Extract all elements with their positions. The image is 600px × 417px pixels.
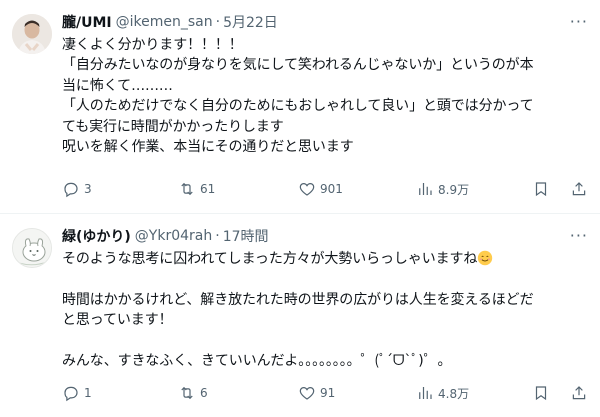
view-count: 8.9万 bbox=[438, 182, 470, 197]
views-icon bbox=[419, 183, 432, 195]
repost-count: 6 bbox=[200, 386, 208, 400]
text-line: 時間はかかるけれど、解き放たれた時の世界の広がりは人生を変えるほどだ bbox=[62, 291, 534, 308]
tweet-header: 朧/UMI @ikemen_san · 5月22日 bbox=[62, 12, 588, 32]
like-button[interactable]: 901 bbox=[298, 180, 343, 198]
repost-icon bbox=[181, 182, 193, 196]
reply-button[interactable]: 1 bbox=[62, 384, 92, 402]
separator: · bbox=[215, 14, 221, 30]
text-span: そのような思考に囚われてしまった方々が大勢いらっしゃいますね bbox=[62, 251, 478, 267]
heart-icon bbox=[299, 182, 315, 196]
tweet-header: 緑(ゆかり) @Ykr04rah · 17時間 bbox=[62, 226, 588, 246]
views-button[interactable]: 8.9万 bbox=[416, 180, 469, 198]
reply-count: 1 bbox=[84, 386, 92, 400]
timestamp[interactable]: 17時間 bbox=[223, 226, 269, 246]
views-icon bbox=[419, 387, 432, 399]
text-line: 当に怖くて……… bbox=[62, 77, 173, 94]
reply-count: 3 bbox=[84, 182, 92, 196]
share-icon bbox=[572, 386, 586, 400]
reply-icon bbox=[64, 386, 78, 402]
text-line: みんな、すきなふく、きていいんだよ。。。。。。。。゜(ﾟ´ᗜ`ﾟ)゜。 bbox=[62, 352, 452, 369]
text-line: 呪いを解く作業、本当にその通りだと思います bbox=[62, 138, 354, 155]
text-line: 凄くよく分かります！！！！ bbox=[62, 37, 243, 53]
repost-button[interactable]: 6 bbox=[178, 384, 208, 402]
timestamp[interactable]: 5月22日 bbox=[223, 12, 278, 32]
share-button[interactable] bbox=[570, 180, 588, 198]
text-line: 「人のためだけでなく自分のためにもおしゃれして良い」と頭では分かって bbox=[62, 98, 534, 115]
heart-icon bbox=[299, 386, 315, 400]
smiling-face-icon bbox=[478, 250, 493, 266]
tweet-text: そのような思考に囚われてしまった方々が大勢いらっしゃいますね 時間はかかるけれど… bbox=[62, 249, 588, 371]
display-name[interactable]: 朧/UMI bbox=[62, 12, 112, 32]
share-icon bbox=[572, 182, 586, 196]
avatar[interactable] bbox=[12, 14, 52, 54]
views-button[interactable]: 4.8万 bbox=[416, 384, 469, 402]
display-name[interactable]: 緑(ゆかり) bbox=[62, 226, 131, 246]
tweet[interactable]: 朧/UMI @ikemen_san · 5月22日 ··· 凄くよく分かります！… bbox=[0, 0, 600, 214]
text-line: ても実行に時間がかかったりします bbox=[62, 118, 284, 135]
text-line: そのような思考に囚われてしまった方々が大勢いらっしゃいますね bbox=[62, 249, 588, 269]
more-options-icon[interactable]: ··· bbox=[570, 226, 588, 245]
reply-icon bbox=[64, 182, 78, 198]
action-bar: 3 61 901 8.9万 bbox=[62, 178, 588, 200]
more-options-icon[interactable]: ··· bbox=[570, 12, 588, 31]
user-handle[interactable]: @ikemen_san bbox=[116, 14, 213, 30]
bookmark-icon bbox=[535, 182, 547, 197]
text-line: と思っています！ bbox=[62, 312, 173, 329]
separator: · bbox=[215, 228, 220, 244]
repost-count: 61 bbox=[200, 182, 216, 196]
view-count: 4.8万 bbox=[438, 386, 470, 401]
tweet-text: 凄くよく分かります！！！！ 「自分みたいなのが身なりを気にして笑われるんじゃない… bbox=[62, 35, 588, 157]
repost-icon bbox=[181, 386, 193, 400]
like-count: 91 bbox=[320, 386, 336, 400]
like-button[interactable]: 91 bbox=[298, 384, 335, 402]
tweet[interactable]: 緑(ゆかり) @Ykr04rah · 17時間 ··· そのような思考に囚われて… bbox=[0, 214, 600, 417]
avatar[interactable] bbox=[12, 228, 52, 268]
text-line: 「自分みたいなのが身なりを気にして笑われるんじゃないか」というのが本 bbox=[62, 57, 534, 74]
reply-button[interactable]: 3 bbox=[62, 180, 92, 198]
action-bar: 1 6 91 4.8万 bbox=[62, 382, 588, 404]
bookmark-button[interactable] bbox=[532, 384, 550, 402]
share-button[interactable] bbox=[570, 384, 588, 402]
repost-button[interactable]: 61 bbox=[178, 180, 215, 198]
bookmark-icon bbox=[535, 386, 547, 401]
bookmark-button[interactable] bbox=[532, 180, 550, 198]
like-count: 901 bbox=[320, 182, 343, 196]
user-handle[interactable]: @Ykr04rah bbox=[135, 228, 212, 244]
